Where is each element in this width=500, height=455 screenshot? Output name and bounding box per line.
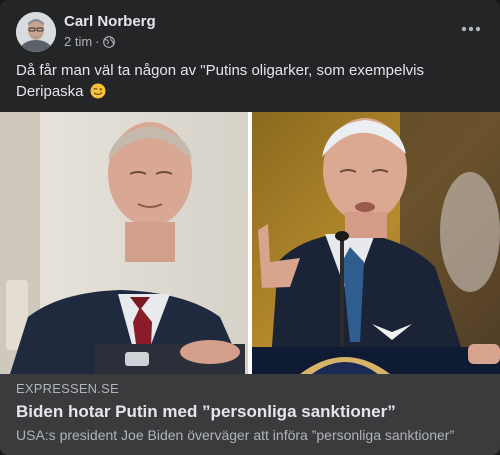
link-preview-image[interactable] — [0, 112, 500, 374]
globe-icon — [102, 35, 115, 48]
feed-post: Carl Norberg 2 tim · Då får man väl ta n… — [0, 0, 500, 455]
meta-separator: · — [95, 34, 100, 49]
more-options-button[interactable] — [456, 18, 486, 40]
post-text: Då får man väl ta någon av "Putins oliga… — [16, 62, 425, 100]
post-meta: 2 tim · — [64, 34, 115, 49]
link-domain: EXPRESSEN.SE — [16, 381, 119, 396]
post-timestamp[interactable]: 2 tim — [64, 34, 92, 49]
post-header: Carl Norberg 2 tim · — [0, 0, 500, 58]
author-avatar[interactable] — [16, 12, 56, 52]
winking-face-emoji — [90, 83, 106, 99]
link-preview-card[interactable]: EXPRESSEN.SE Biden hotar Putin med ”pers… — [0, 374, 500, 455]
link-title[interactable]: Biden hotar Putin med ”personliga sankti… — [16, 402, 396, 422]
post-text-container: Då får man väl ta någon av "Putins oliga… — [16, 60, 486, 102]
more-horizontal-icon — [461, 26, 481, 32]
link-description: USA:s president Joe Biden överväger att … — [16, 427, 455, 443]
author-name[interactable]: Carl Norberg — [64, 13, 156, 30]
